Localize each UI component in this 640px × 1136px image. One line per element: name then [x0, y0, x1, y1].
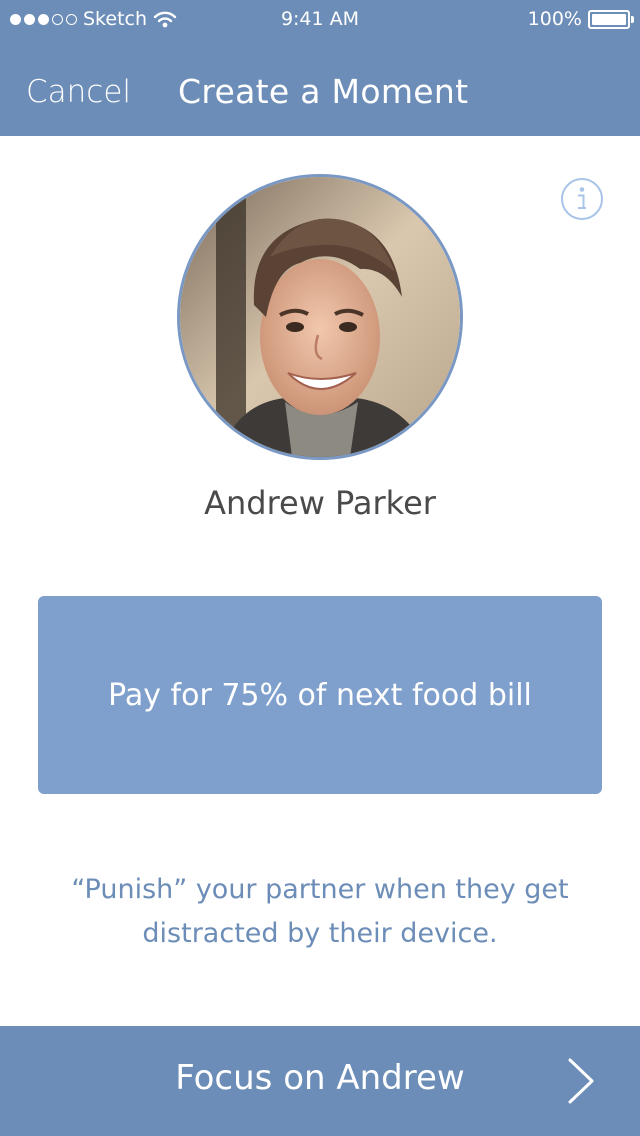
avatar-photo: [180, 177, 460, 457]
battery-percent: 100%: [527, 8, 582, 30]
focus-button[interactable]: Focus on Andrew: [0, 1026, 640, 1136]
header: Sketch 9:41 AM 100% Cancel Create a Mome…: [0, 0, 640, 136]
partner-name: Andrew Parker: [204, 484, 436, 522]
moment-card[interactable]: Pay for 75% of next food bill: [38, 596, 602, 794]
info-icon[interactable]: [560, 177, 604, 221]
status-right: 100%: [527, 8, 634, 30]
focus-button-label: Focus on Andrew: [175, 1058, 465, 1098]
status-bar: Sketch 9:41 AM 100%: [0, 0, 640, 40]
avatar[interactable]: [177, 174, 463, 460]
cancel-button[interactable]: Cancel: [26, 74, 131, 110]
battery-icon: [588, 9, 634, 29]
page-title: Create a Moment: [178, 72, 469, 111]
moment-text: Pay for 75% of next food bill: [108, 677, 532, 713]
chevron-right-icon: [568, 1058, 594, 1104]
hint-text: “Punish” your partner when they get dist…: [71, 874, 569, 949]
create-moment-screen: Sketch 9:41 AM 100% Cancel Create a Mome…: [0, 0, 640, 1136]
